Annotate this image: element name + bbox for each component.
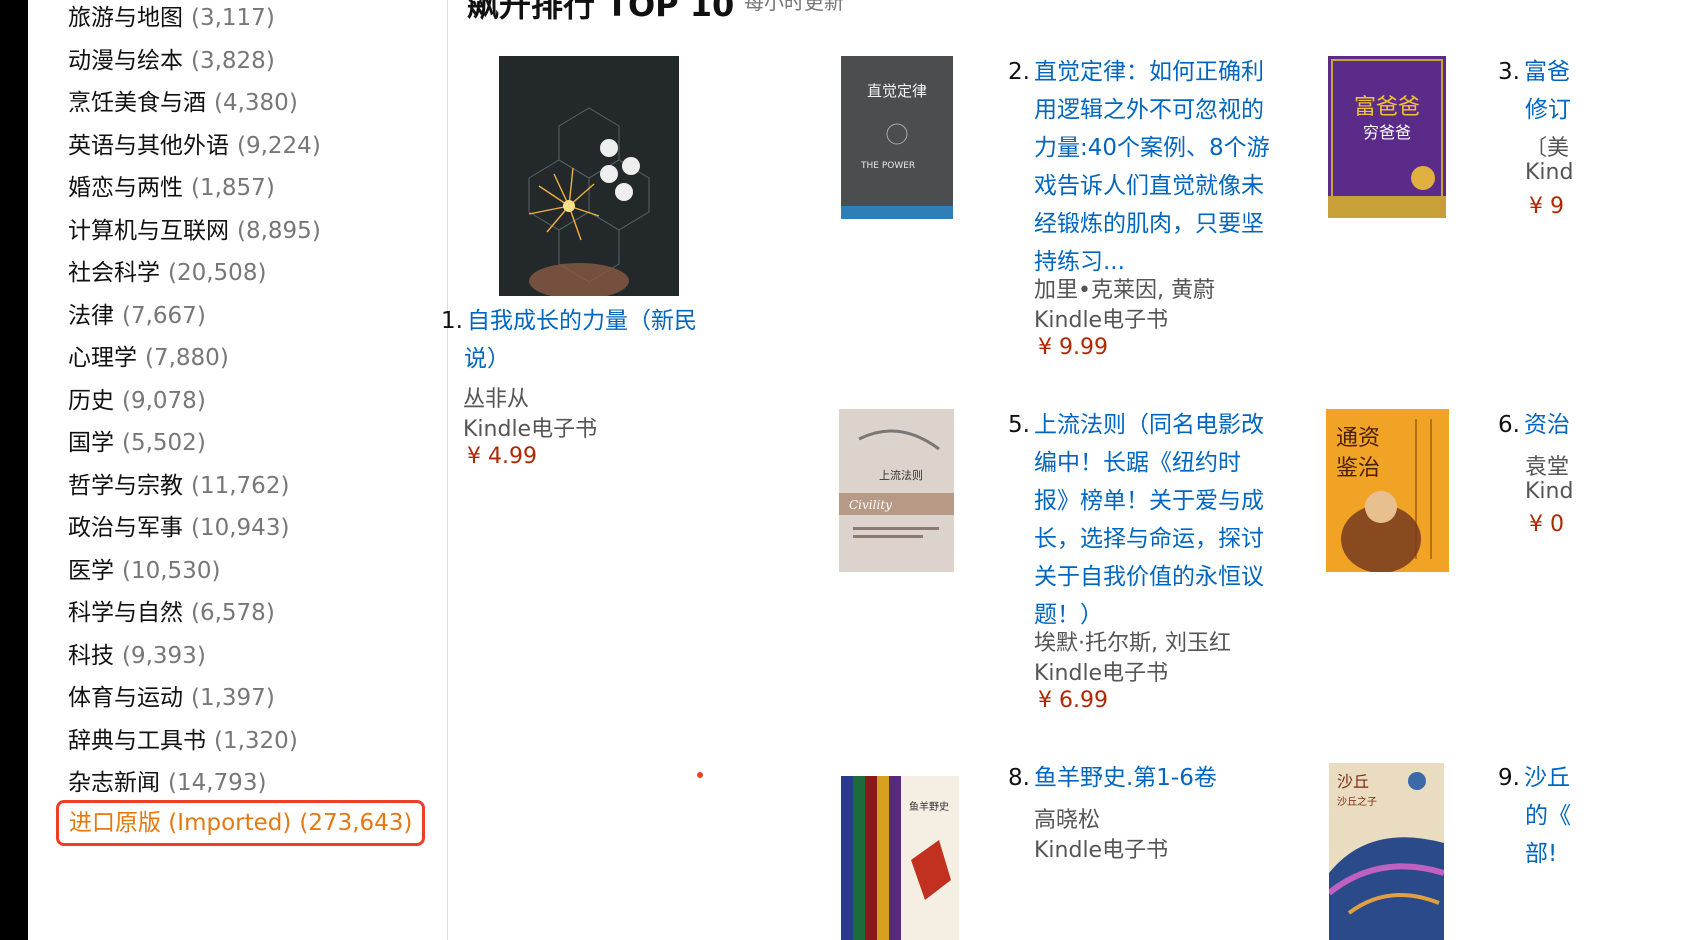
category-item[interactable]: 计算机与互联网 (8,895) [68,215,321,247]
book-title-3[interactable]: 3. 富爸 修订 [1498,53,1571,129]
cover-title: 鱼羊野史 [909,800,949,813]
book-cover-2[interactable]: 直觉定律 THE POWER [841,56,953,219]
book-cover-1[interactable] [499,56,679,296]
cover-subtitle: 穷爸爸 [1363,123,1411,142]
category-item[interactable]: 社会科学 (20,508) [68,257,266,289]
cover-title: 富爸爸 [1354,95,1420,120]
category-item[interactable]: 婚恋与两性 (1,857) [68,172,275,204]
category-item[interactable]: 烹饪美食与酒 (4,380) [68,87,298,119]
cover-subtitle: Civility [849,498,892,512]
category-item-imported-selected[interactable]: 进口原版 (Imported) (273,643) [56,800,426,846]
cover-title: 直觉定律 [867,82,927,100]
book-price-1: ¥ 4.99 [467,444,537,469]
book-format-2: Kindle电子书 [1034,308,1169,333]
category-item[interactable]: 动漫与绘本 (3,828) [68,45,275,77]
section-title: 飙升排行 TOP 10 [467,0,735,24]
book-title-5[interactable]: 5. 上流法则（同名电影改 编中！长踞《纽约时 报》榜单！关于爱与成 长，选择与命… [1008,406,1264,634]
book-cover-5[interactable]: 上流法则 Civility [839,409,954,572]
cover-subtitle: 鉴治 [1336,456,1380,481]
book-price-3: ¥ 9 [1529,194,1564,219]
book-author-1[interactable]: 丛非从 [463,381,529,413]
cover-art: 鱼羊野史 [839,770,963,940]
category-item[interactable]: 历史 (9,078) [68,385,206,417]
category-item[interactable]: 国学 (5,502) [68,427,206,459]
category-item[interactable]: 旅游与地图 (3,117) [68,2,275,34]
book-format-8: Kindle电子书 [1034,838,1169,863]
cover-subtitle: THE POWER [860,161,915,171]
book-title-6[interactable]: 6. 资治 [1498,406,1570,444]
section-subtitle: 每小时更新 [744,0,844,14]
book-format-5: Kindle电子书 [1034,661,1169,686]
category-item[interactable]: 杂志新闻 (14,793) [68,767,266,799]
bestseller-panel: 飙升排行 TOP 10 每小时更新 1. 自我成长的力量（新民 说） 丛非从 K… [441,0,1694,940]
category-item[interactable]: 科学与自然 (6,578) [68,597,275,629]
category-item[interactable]: 法律 (7,667) [68,300,206,332]
cover-art: 沙丘 沙丘之子 [1329,763,1444,940]
category-item[interactable]: 哲学与宗教 (11,762) [68,470,289,502]
cover-art: 富爸爸 穷爸爸 [1328,56,1446,218]
book-cover-3[interactable]: 富爸爸 穷爸爸 [1328,56,1446,218]
book-author-2[interactable]: 加里•克莱因, 黄蔚 [1034,272,1215,304]
book-price-2: ¥ 9.99 [1038,335,1108,360]
category-item[interactable]: 辞典与工具书 (1,320) [68,725,298,757]
book-author-6[interactable]: 袁堂 [1525,449,1569,481]
book-author-8[interactable]: 高晓松 [1034,802,1100,834]
cover-art: 通资 鉴治 [1326,409,1449,572]
cover-title: 沙丘 [1337,772,1369,791]
category-item[interactable]: 医学 (10,530) [68,555,220,587]
book-author-5[interactable]: 埃默·托尔斯, 刘玉红 [1034,625,1231,657]
book-author-3[interactable]: 〔美 [1525,130,1569,162]
book-format-1: Kindle电子书 [463,417,598,442]
book-title-8[interactable]: 8. 鱼羊野史.第1-6卷 [1008,759,1217,797]
cover-title: 上流法则 [879,468,923,482]
category-item[interactable]: 心理学 (7,880) [68,342,229,374]
cover-art: 直觉定律 THE POWER [841,56,953,219]
book-cover-8[interactable]: 鱼羊野史 [839,770,963,940]
cover-art: 上流法则 Civility [839,409,954,572]
category-sidebar: 旅游与地图 (3,117) 动漫与绘本 (3,828) 烹饪美食与酒 (4,380) … [28,0,448,940]
cover-subtitle: 沙丘之子 [1337,795,1377,808]
cover-art [499,56,679,296]
book-title-1[interactable]: 1. 自我成长的力量（新民 说） [441,302,697,378]
book-cover-9[interactable]: 沙丘 沙丘之子 [1329,763,1444,940]
book-price-6: ¥ 0 [1529,512,1564,537]
book-price-5: ¥ 6.99 [1038,688,1108,713]
book-title-2[interactable]: 2. 直觉定律：如何正确利 用逻辑之外不可忽视的 力量:40个案例、8个游 戏告诉… [1008,53,1270,281]
category-item[interactable]: 科技 (9,393) [68,640,206,672]
indicator-dot [697,772,703,778]
window-edge [0,0,28,940]
book-cover-6[interactable]: 通资 鉴治 [1326,409,1449,572]
book-format-6: Kind [1525,479,1574,504]
category-item[interactable]: 体育与运动 (1,397) [68,682,275,714]
cover-title: 通资 [1336,426,1380,451]
category-item[interactable]: 英语与其他外语 (9,224) [68,130,321,162]
category-item[interactable]: 政治与军事 (10,943) [68,512,289,544]
book-title-9[interactable]: 9. 沙丘 的《 部! [1498,759,1571,873]
book-format-3: Kind [1525,160,1574,185]
